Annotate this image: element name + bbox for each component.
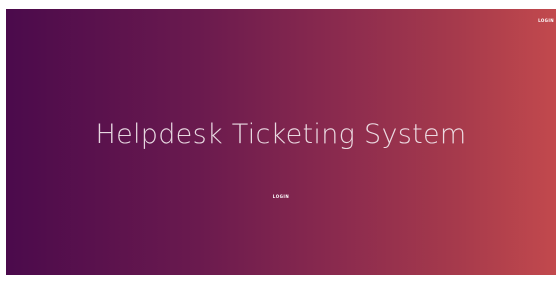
hero-login-container: LOGIN [6, 183, 556, 202]
hero-login-link[interactable]: LOGIN [269, 192, 293, 201]
page-title: Helpdesk Ticketing System [95, 119, 467, 150]
hero-banner: LOGIN Helpdesk Ticketing System LOGIN [6, 9, 556, 275]
page: LOGIN Helpdesk Ticketing System LOGIN [0, 0, 560, 281]
nav-login-link[interactable]: LOGIN [538, 18, 554, 23]
